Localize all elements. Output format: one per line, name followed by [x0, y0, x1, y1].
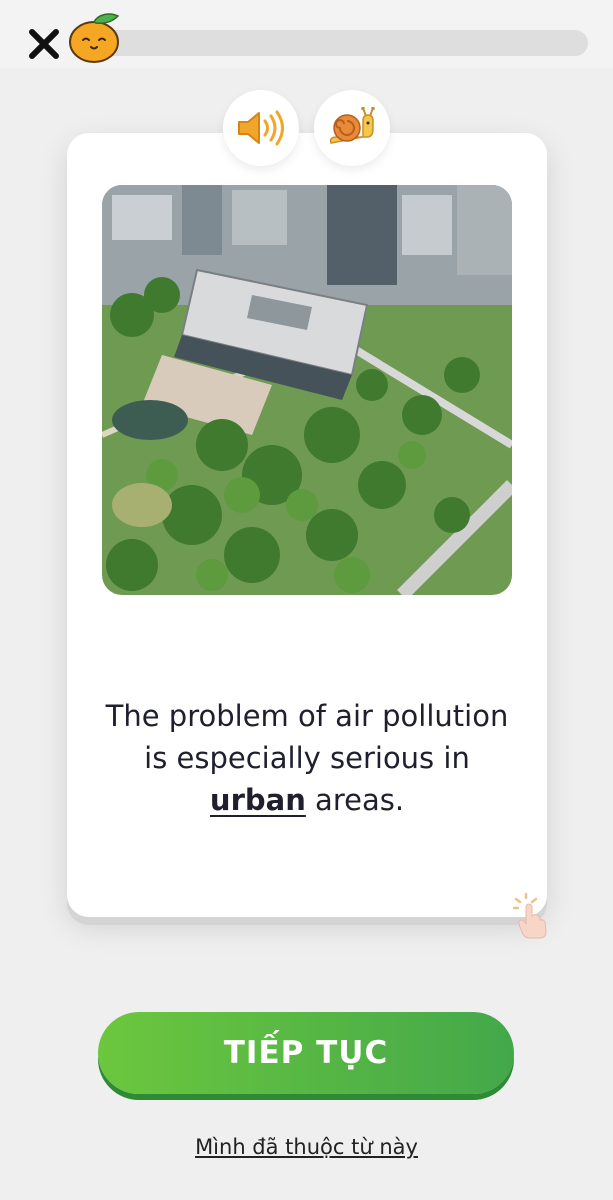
- sentence-text-before: The problem of air pollution is especial…: [105, 699, 509, 775]
- progress-bar: [96, 30, 588, 56]
- keyword-urban[interactable]: urban: [210, 783, 306, 817]
- orange-mascot-icon: [69, 13, 120, 63]
- continue-button[interactable]: TIẾP TỤC: [98, 1012, 514, 1094]
- speaker-icon: [238, 110, 284, 146]
- snail-icon: [329, 107, 375, 144]
- example-sentence: The problem of air pollution is especial…: [97, 695, 517, 821]
- play-audio-button[interactable]: [223, 90, 299, 166]
- sentence-text-after: areas.: [305, 783, 405, 817]
- close-button[interactable]: [24, 24, 64, 64]
- already-known-link[interactable]: Mình đã thuộc từ này: [0, 1135, 613, 1159]
- tap-hand-icon: [512, 892, 547, 939]
- top-bar: [0, 0, 613, 68]
- close-icon: [29, 29, 59, 59]
- play-slow-audio-button[interactable]: [314, 90, 390, 166]
- aerial-city-park-photo: [102, 185, 512, 595]
- flashcard[interactable]: The problem of air pollution is especial…: [67, 133, 547, 917]
